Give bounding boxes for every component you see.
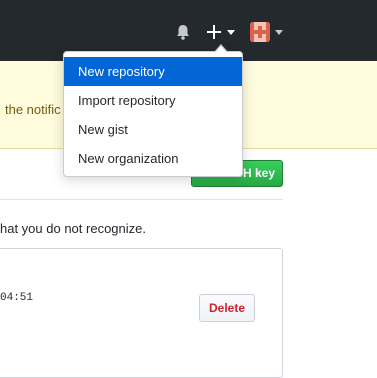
delete-button[interactable]: Delete [199,294,255,322]
divider [0,199,283,200]
user-menu-button[interactable] [250,20,284,44]
menu-item-new-gist[interactable]: New gist [64,115,242,144]
notice-text: hat you do not recognize. [0,221,146,236]
create-new-button[interactable] [206,20,238,44]
bell-icon[interactable] [174,23,192,41]
create-new-dropdown: New repository Import repository New gis… [63,44,243,177]
flash-text: the notific [5,102,61,117]
menu-item-new-organization[interactable]: New organization [64,144,242,173]
caret-down-icon [275,30,283,35]
menu-item-new-repository[interactable]: New repository [64,57,242,86]
plus-icon [206,24,222,40]
menu-item-import-repository[interactable]: Import repository [64,86,242,115]
avatar-icon [250,22,270,42]
caret-down-icon [227,30,235,35]
key-added-time: 04:51 [0,292,34,304]
